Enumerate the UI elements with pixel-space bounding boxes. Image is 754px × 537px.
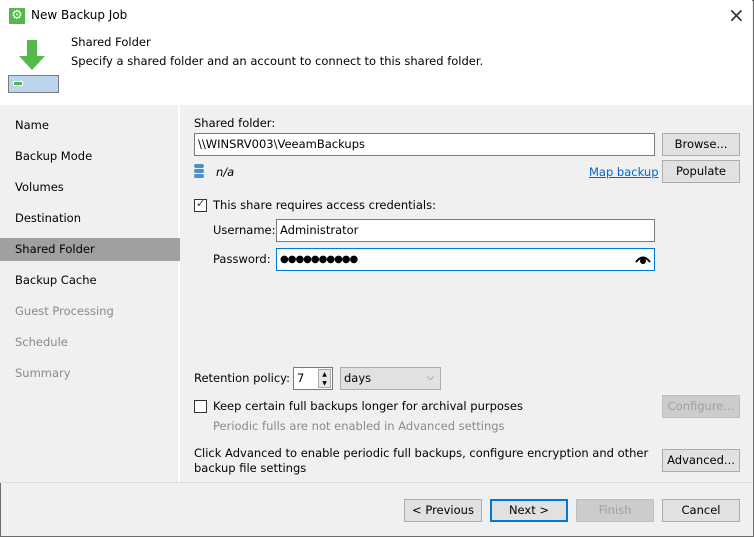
retention-unit-value: days (344, 371, 372, 385)
step-volumes[interactable]: Volumes (0, 176, 180, 199)
capacity-value: n/a (216, 165, 235, 179)
password-input[interactable]: ●●●●●●●●●● (276, 248, 655, 271)
retention-unit-select[interactable]: days ⌵ (340, 367, 441, 390)
password-label: Password: (213, 252, 271, 266)
title-bar: ⚙ New Backup Job × (0, 0, 752, 31)
retention-stepper[interactable]: 7 ▲ ▼ (293, 367, 333, 390)
retention-value: 7 (297, 371, 305, 385)
show-password-eye-icon[interactable] (635, 254, 651, 264)
username-input[interactable]: Administrator (276, 219, 655, 242)
step-summary: Summary (15, 366, 71, 380)
periodic-note: Periodic fulls are not enabled in Advanc… (213, 419, 505, 433)
finish-button: Finish (576, 499, 654, 522)
previous-button[interactable]: < Previous (404, 499, 482, 522)
step-guest-processing: Guest Processing (15, 304, 114, 318)
archival-label: Keep certain full backups longer for arc… (213, 399, 523, 413)
next-button[interactable]: Next > (490, 499, 568, 522)
database-icon (194, 164, 204, 178)
app-gear-icon: ⚙ (9, 8, 25, 24)
advanced-button[interactable]: Advanced... (662, 449, 740, 472)
wizard-steps: Name Backup Mode Volumes Destination Sha… (0, 105, 180, 483)
step-schedule: Schedule (15, 335, 68, 349)
archival-checkbox[interactable] (194, 400, 207, 413)
username-label: Username: (213, 223, 276, 237)
credentials-label: This share requires access credentials: (213, 198, 436, 212)
browse-button[interactable]: Browse... (662, 133, 740, 156)
map-backup-link[interactable]: Map backup (589, 165, 659, 179)
step-backup-mode[interactable]: Backup Mode (0, 145, 180, 168)
storage-icon (8, 75, 59, 93)
header-title: Shared Folder (71, 35, 151, 49)
advanced-description: Click Advanced to enable periodic full b… (194, 446, 649, 475)
wizard-header: Shared Folder Specify a shared folder an… (0, 31, 752, 105)
step-shared-folder[interactable]: Shared Folder (0, 238, 180, 261)
download-arrow-icon (19, 40, 45, 70)
header-subtitle: Specify a shared folder and an account t… (71, 54, 484, 68)
chevron-down-icon: ⌵ (427, 373, 434, 383)
step-backup-cache[interactable]: Backup Cache (0, 269, 180, 292)
close-icon[interactable]: × (728, 3, 745, 27)
window-title: New Backup Job (31, 8, 128, 22)
shared-folder-label: Shared folder: (194, 116, 276, 130)
retention-label: Retention policy: (194, 371, 290, 385)
credentials-checkbox[interactable]: ✓ (194, 197, 207, 212)
spin-arrows-icon[interactable]: ▲ ▼ (318, 369, 331, 388)
configure-button: Configure... (662, 395, 740, 418)
step-name[interactable]: Name (0, 114, 180, 137)
step-destination[interactable]: Destination (0, 207, 180, 230)
footer-divider (0, 482, 752, 483)
cancel-button[interactable]: Cancel (662, 499, 740, 522)
shared-folder-input[interactable]: \\WINSRV003\VeeamBackups (194, 133, 655, 156)
populate-button[interactable]: Populate (662, 160, 740, 183)
